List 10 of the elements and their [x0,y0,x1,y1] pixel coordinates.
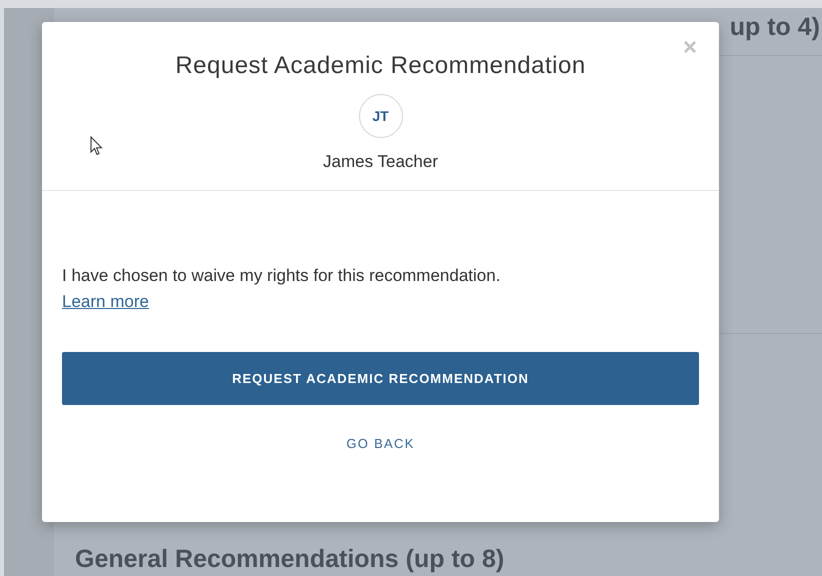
section-heading: General Recommendations (up to 8) [75,544,506,574]
request-button[interactable]: REQUEST ACADEMIC RECOMMENDATION [62,352,699,405]
recommender-name: James Teacher [323,152,438,172]
dialog-title: Request Academic Recommendation [175,52,586,80]
learn-more-link[interactable]: Learn more [62,289,149,315]
waiver-message: I have chosen to waive my rights for this recommendation. [62,265,502,287]
avatar: JT [358,94,402,138]
section-heading: up to 4) [730,12,820,42]
cursor-icon [90,136,104,156]
go-back-button[interactable]: GO BACK [342,434,419,453]
